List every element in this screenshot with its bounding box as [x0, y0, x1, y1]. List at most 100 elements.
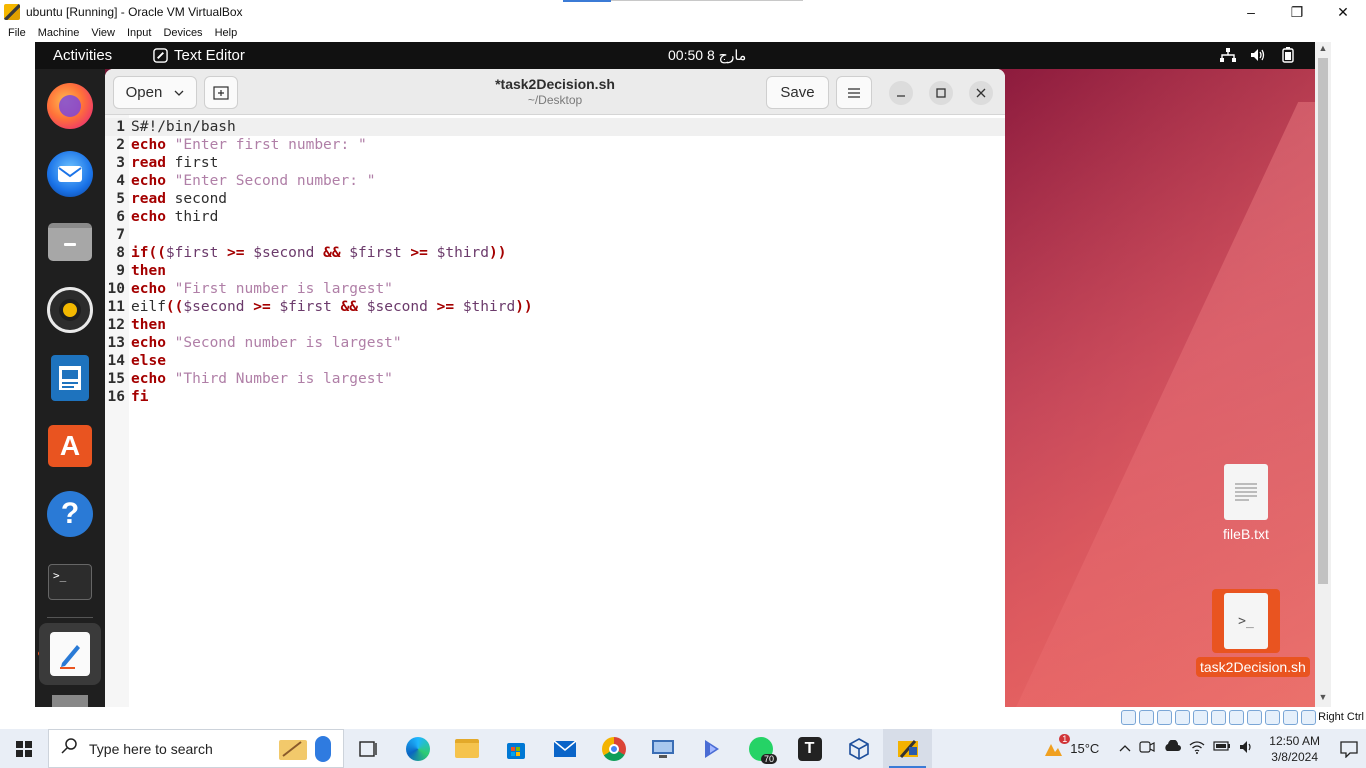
libreoffice-writer-icon: [51, 355, 89, 401]
taskbar-virtualbox[interactable]: [883, 729, 932, 768]
keyword: if((: [131, 245, 166, 261]
meet-now-icon[interactable]: [1139, 740, 1155, 757]
taskbar-3d-viewer[interactable]: [834, 729, 883, 768]
menu-view[interactable]: View: [85, 27, 121, 39]
scroll-up-arrow-icon[interactable]: ▲: [1315, 43, 1331, 57]
vm-vertical-scrollbar[interactable]: ▲ ▼: [1315, 42, 1331, 707]
taskbar-task-view[interactable]: [344, 729, 393, 768]
maximize-window-button[interactable]: [929, 81, 953, 105]
virtualbox-app-icon: [4, 4, 20, 20]
keyword: read: [131, 155, 166, 171]
save-button[interactable]: Save: [766, 76, 829, 109]
weather-widget[interactable]: 1 15°C: [1042, 733, 1100, 760]
taskbar-copilot[interactable]: [687, 729, 736, 768]
display-icon[interactable]: [1229, 710, 1244, 725]
dock-libreoffice-writer[interactable]: [45, 353, 95, 403]
dock-overflow-item[interactable]: [45, 695, 95, 707]
save-button-label: Save: [780, 84, 815, 101]
menu-input[interactable]: Input: [121, 27, 157, 39]
string-literal: "First number is largest": [174, 281, 393, 297]
network-adapter-icon[interactable]: [1175, 710, 1190, 725]
variable: $second: [253, 245, 315, 261]
cpu-icon[interactable]: [1265, 710, 1280, 725]
identifier: first: [174, 155, 219, 171]
editor-text-area[interactable]: 1 S#!/bin/bash 2 echo "Enter first number:…: [105, 115, 1005, 707]
desktop-icon-task2decision[interactable]: >_ task2Decision.sh: [1196, 589, 1310, 677]
line-number: 5: [116, 191, 125, 207]
scrollbar-thumb[interactable]: [1318, 58, 1328, 584]
dock-files[interactable]: [45, 217, 95, 267]
taskbar-typora[interactable]: T: [785, 729, 834, 768]
dock-terminal[interactable]: >_: [45, 557, 95, 607]
dock-help[interactable]: ?: [45, 489, 95, 539]
onedrive-icon[interactable]: [1163, 739, 1182, 757]
dock-thunderbird[interactable]: [45, 149, 95, 199]
desktop-icon-fileb[interactable]: fileB.txt: [1196, 464, 1296, 542]
keyword: ((: [165, 299, 184, 315]
code-view[interactable]: 1 S#!/bin/bash 2 echo "Enter first number:…: [105, 118, 1005, 406]
dock-rhythmbox[interactable]: [45, 285, 95, 335]
close-button[interactable]: ✕: [1320, 0, 1366, 24]
taskbar-store[interactable]: [491, 729, 540, 768]
line-number: 10: [107, 281, 125, 297]
weather-icon: 1: [1042, 733, 1071, 760]
mouse-integration-icon[interactable]: [1283, 710, 1298, 725]
battery-tray-icon[interactable]: [1213, 740, 1231, 757]
chevron-up-icon[interactable]: [1119, 740, 1131, 757]
system-tray: 1 15°C 12:50 AM 3/8/2024: [1042, 729, 1366, 768]
taskbar-search-box[interactable]: Type here to search: [48, 729, 344, 768]
taskbar-file-explorer[interactable]: [442, 729, 491, 768]
usb-icon[interactable]: [1193, 710, 1208, 725]
scroll-down-arrow-icon[interactable]: ▼: [1315, 692, 1331, 706]
maximize-button[interactable]: ❐: [1274, 0, 1320, 24]
shared-folders-icon[interactable]: [1211, 710, 1226, 725]
app-menu[interactable]: Text Editor: [153, 47, 245, 64]
close-window-button[interactable]: [969, 81, 993, 105]
speaker-icon[interactable]: [1239, 740, 1255, 757]
line-number: 1: [116, 119, 125, 135]
line-number: 3: [116, 155, 125, 171]
optical-drive-icon[interactable]: [1139, 710, 1154, 725]
taskbar-clock[interactable]: 12:50 AM 3/8/2024: [1269, 733, 1320, 765]
main-menu-button[interactable]: [836, 76, 872, 109]
taskbar-mail[interactable]: [540, 729, 589, 768]
taskbar-edge[interactable]: [393, 729, 442, 768]
guest-display[interactable]: Activities Text Editor 00:50 مارج 8 A ? …: [35, 42, 1315, 707]
menu-devices[interactable]: Devices: [157, 27, 208, 39]
dock-app-center[interactable]: A: [45, 421, 95, 471]
menu-file[interactable]: File: [2, 27, 32, 39]
tray-icons: [1119, 739, 1255, 757]
taskbar-time: 12:50 AM: [1269, 733, 1320, 748]
hard-disk-icon[interactable]: [1121, 710, 1136, 725]
temperature: 15°C: [1070, 741, 1100, 756]
keyboard-icon[interactable]: [1301, 710, 1316, 725]
taskbar-remote-desktop[interactable]: [638, 729, 687, 768]
notification-center-button[interactable]: [1332, 729, 1366, 768]
search-highlight-icon: [273, 734, 335, 764]
code-line: 9 then: [105, 262, 1005, 280]
minimize-window-button[interactable]: [889, 81, 913, 105]
keyword: fi: [131, 389, 149, 405]
operator: >=: [227, 245, 245, 261]
text-file-icon: [1224, 464, 1268, 520]
line-number: 12: [107, 317, 125, 333]
menu-machine[interactable]: Machine: [32, 27, 86, 39]
wifi-icon[interactable]: [1189, 740, 1205, 757]
minimize-button[interactable]: –: [1228, 0, 1274, 24]
system-menu[interactable]: [1219, 46, 1297, 64]
menu-help[interactable]: Help: [209, 27, 244, 39]
start-button[interactable]: [0, 729, 48, 768]
dock-text-editor[interactable]: [39, 623, 101, 685]
top-bar-clock[interactable]: 00:50 مارج 8: [668, 47, 746, 64]
audio-icon[interactable]: [1157, 710, 1172, 725]
edge-icon: [405, 736, 430, 761]
dock-firefox[interactable]: [45, 81, 95, 131]
taskbar-chrome[interactable]: [589, 729, 638, 768]
recording-icon[interactable]: [1247, 710, 1262, 725]
variable: $first: [349, 245, 402, 261]
variable: $third: [436, 245, 490, 261]
title-accent-line: [611, 0, 803, 1]
file-explorer-icon: [454, 739, 479, 758]
taskbar-whatsapp[interactable]: 70: [736, 729, 785, 768]
activities-button[interactable]: Activities: [35, 47, 145, 64]
